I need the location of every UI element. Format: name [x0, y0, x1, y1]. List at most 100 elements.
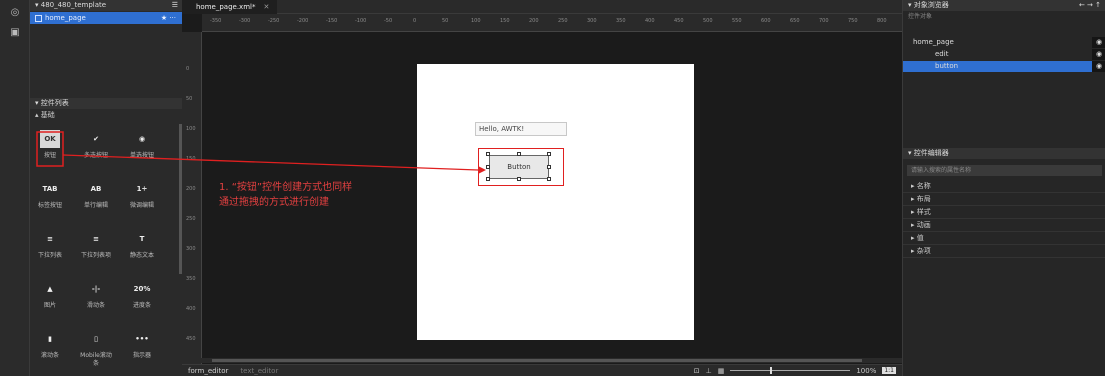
visibility-icon[interactable]: ◉	[1092, 49, 1105, 60]
property-group[interactable]: ▸ 杂项	[903, 245, 1105, 258]
ruler-tick: -50	[384, 18, 393, 24]
annotation-line-1: 1. “按钮”控件创建方式也同样	[219, 182, 353, 193]
right-panel: ▾ 对象浏览器 ← → ↑ 控件对象 home_page ◉ edit ◉ button…	[902, 0, 1105, 376]
widget-item[interactable]: 20% 进度条	[124, 274, 160, 324]
ruler-tick: -150	[326, 18, 338, 24]
fit-icon[interactable]: ⊡	[694, 367, 700, 375]
resize-handle[interactable]	[486, 177, 490, 181]
property-group[interactable]: ▸ 动画	[903, 219, 1105, 232]
property-group[interactable]: ▸ 名称	[903, 180, 1105, 193]
horizontal-ruler: -350 -300 -250 -200 -150 -100 -50 0 50 100 150 200 2…	[202, 14, 902, 32]
resize-handle[interactable]	[517, 177, 521, 181]
widget-item[interactable]: ◉ 单选按钮	[124, 124, 160, 174]
resize-handle[interactable]	[547, 165, 551, 169]
zoom-level: 100%	[856, 366, 877, 375]
ruler-tick: -250	[268, 18, 280, 24]
widget-icon: ▲	[47, 285, 53, 293]
widget-label: Mobile滚动条	[80, 352, 112, 367]
resize-handle[interactable]	[486, 165, 490, 169]
edit-widget[interactable]: Hello, AWTK!	[475, 122, 567, 136]
widget-item[interactable]: -|- 滑动条	[78, 274, 114, 324]
widget-label: 图片	[43, 302, 56, 309]
zoom-slider[interactable]	[730, 367, 851, 374]
widget-item[interactable]: ≡ 下拉列表	[32, 224, 68, 274]
property-group-label: 杂项	[916, 247, 931, 255]
ruler-tick: 550	[732, 18, 742, 24]
ruler-tick: 450	[674, 18, 684, 24]
widget-item[interactable]: ▲ 图片	[32, 274, 68, 324]
basic-group-header[interactable]: ▴ 基础	[30, 110, 182, 121]
widget-label: 静态文本	[129, 252, 154, 259]
tab-text-editor[interactable]: text_editor	[234, 367, 284, 375]
widget-item[interactable]: ✔ 多选按钮	[78, 124, 114, 174]
property-group[interactable]: ▸ 值	[903, 232, 1105, 245]
widget-label: 单选按钮	[129, 152, 154, 159]
widget-item[interactable]: TAB 标签按钮	[32, 174, 68, 224]
visibility-icon[interactable]: ◉	[1092, 61, 1105, 72]
ruler-tick: 600	[761, 18, 771, 24]
ruler-tick: 100	[471, 18, 481, 24]
widget-icon: 20%	[133, 285, 151, 293]
widget-icon: ▮	[48, 335, 52, 343]
vertical-ruler: 050100150200250300350400450500	[182, 32, 202, 372]
tab-form-editor[interactable]: form_editor	[182, 367, 234, 375]
control-editor-header[interactable]: ▾ 控件编辑器	[903, 148, 1105, 159]
tab-home-page[interactable]: home_page.xml* ✕	[182, 0, 278, 14]
resize-handle[interactable]	[517, 152, 521, 156]
button-widget[interactable]: Button	[489, 155, 549, 179]
tree-item-label: button	[935, 62, 959, 70]
ruler-tick: 300	[587, 18, 597, 24]
page-preview[interactable]: Hello, AWTK! Button	[417, 64, 694, 340]
tree-item[interactable]: home_page ◉	[903, 37, 1105, 48]
tree-item-label: edit	[935, 50, 949, 58]
widget-label: 滚动条	[40, 352, 59, 359]
property-search-input[interactable]: 请输入搜索的属性名称	[907, 165, 1102, 176]
tree-item[interactable]: edit ◉	[903, 49, 1105, 60]
page-icon	[35, 14, 42, 22]
grid-icon[interactable]: ▦	[718, 367, 725, 375]
widget-label: 指示器	[132, 352, 151, 359]
tab-title: home_page.xml*	[196, 2, 256, 11]
widget-item[interactable]: ••• 指示器	[124, 324, 160, 374]
visibility-icon[interactable]: ◉	[1092, 37, 1105, 48]
template-item-home-page[interactable]: home_page ★ ···	[30, 12, 182, 24]
pages-icon[interactable]: ▣	[9, 26, 21, 38]
resize-handle[interactable]	[547, 177, 551, 181]
tree-item[interactable]: button ◉	[903, 61, 1105, 72]
controls-header[interactable]: ▾ 控件列表	[30, 98, 182, 109]
widget-icon: TAB	[42, 185, 58, 193]
ruler-tick: 50	[186, 96, 193, 102]
widget-item[interactable]: OK 按钮	[32, 124, 68, 174]
widget-label: 滑动条	[86, 302, 105, 309]
widget-item[interactable]: 1÷ 微调编辑	[124, 174, 160, 224]
zoom-reset-button[interactable]: 1:1	[882, 367, 896, 374]
widget-item[interactable]: T 静态文本	[124, 224, 160, 274]
property-group[interactable]: ▸ 布局	[903, 193, 1105, 206]
property-group[interactable]: ▸ 样式	[903, 206, 1105, 219]
template-header[interactable]: ▾ 480_480_template ☰	[30, 0, 182, 11]
close-icon[interactable]: ✕	[263, 0, 269, 14]
pin-icon[interactable]: ⊥	[706, 367, 712, 375]
template-item-label: home_page	[45, 14, 86, 22]
property-group-label: 布局	[916, 195, 931, 203]
widget-label: 按钮	[43, 152, 56, 159]
widget-item[interactable]: AB 单行编辑	[78, 174, 114, 224]
object-browser-label: ▾ 对象浏览器	[908, 1, 949, 9]
star-icon[interactable]: ★ ···	[161, 12, 182, 24]
ruler-tick: 800	[877, 18, 887, 24]
panel-menu-icon[interactable]: ☰	[172, 0, 182, 11]
object-browser-header[interactable]: ▾ 对象浏览器 ← → ↑	[903, 0, 1105, 11]
ruler-tick: 0	[413, 18, 417, 24]
widget-item[interactable]: ≡ 下拉列表项	[78, 224, 114, 274]
widget-grid: OK 按钮 ✔ 多选按钮 ◉ 单选按钮 TAB 标签按钮 AB 单行编辑 1÷ 微调编辑 ≡ 下拉列表 ≡ 下…	[32, 124, 172, 374]
nav-arrows-icon[interactable]: ← → ↑	[1079, 0, 1101, 11]
resize-handle[interactable]	[547, 152, 551, 156]
horizontal-scrollbar[interactable]	[182, 358, 902, 363]
resize-handle[interactable]	[486, 152, 490, 156]
annotation-line-2: 通过拖拽的方式进行创建	[219, 197, 329, 208]
resources-icon[interactable]: ◎	[9, 6, 21, 18]
widget-icon: •••	[135, 335, 149, 343]
widget-item[interactable]: ▮ 滚动条	[32, 324, 68, 374]
widget-label: 微调编辑	[129, 202, 154, 209]
widget-item[interactable]: ▯ Mobile滚动条	[78, 324, 114, 374]
